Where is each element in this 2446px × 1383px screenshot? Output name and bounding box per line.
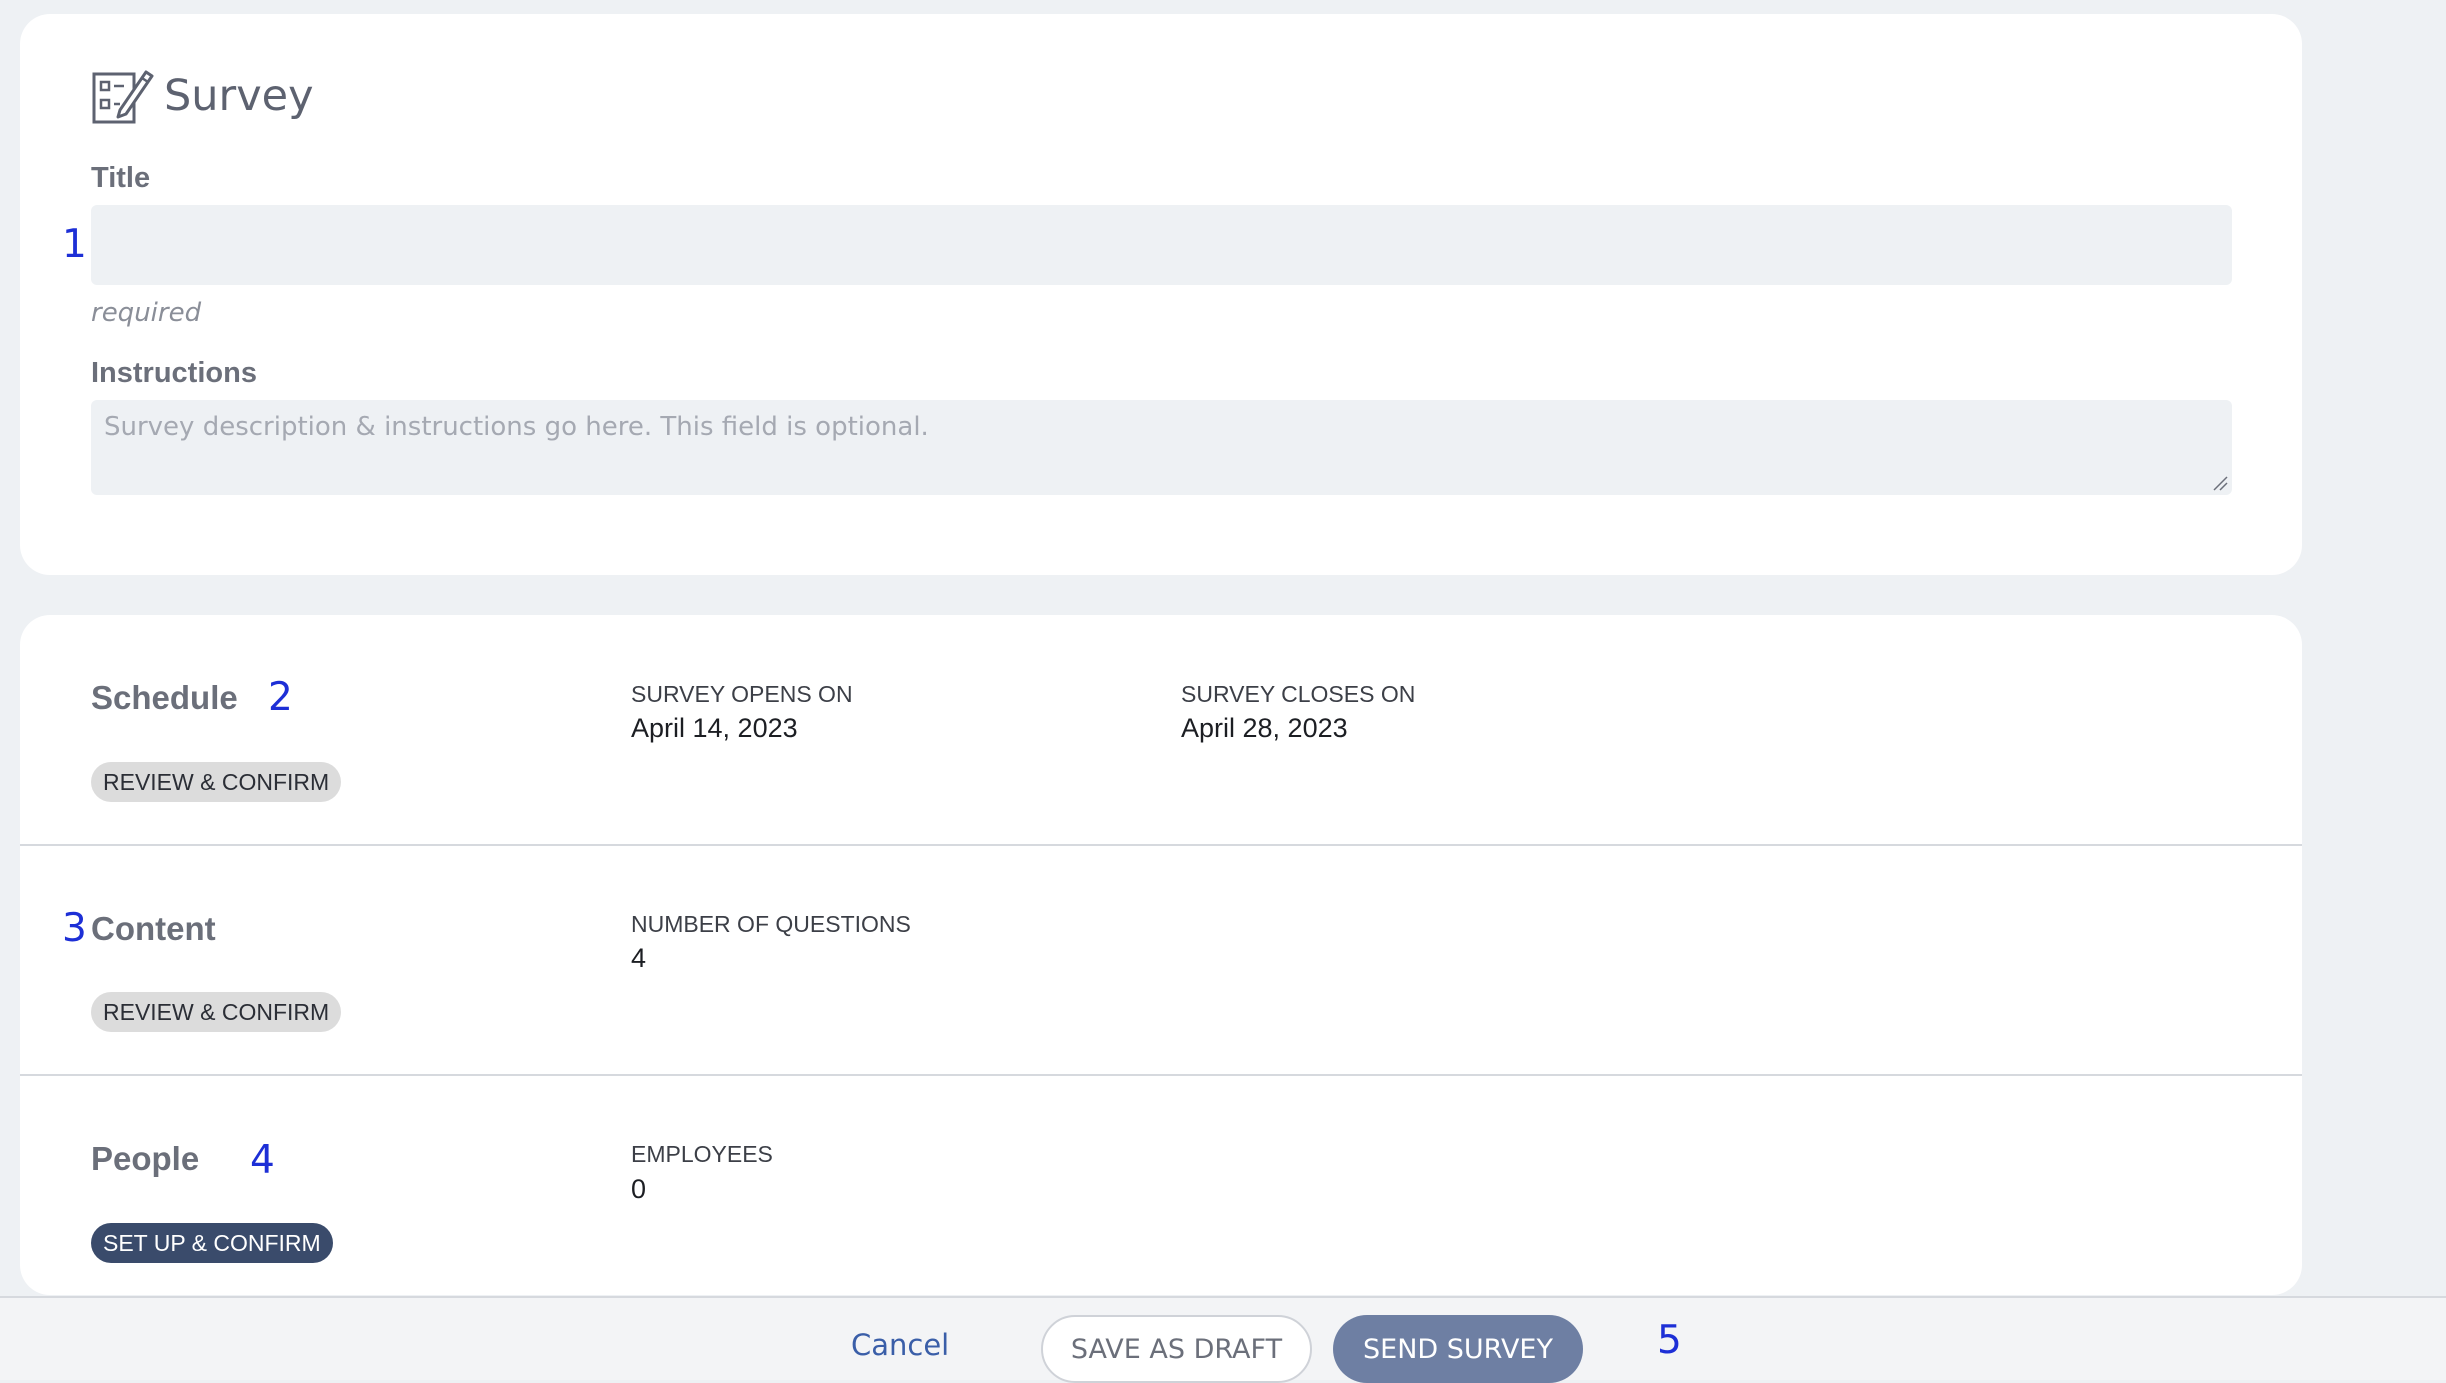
number-of-questions-label: NUMBER OF QUESTIONS <box>631 911 911 937</box>
schedule-title: Schedule <box>91 679 238 716</box>
schedule-section: Schedule 2 REVIEW & CONFIRM SURVEY OPENS… <box>20 615 2302 845</box>
send-survey-button[interactable]: SEND SURVEY <box>1333 1315 1583 1383</box>
summary-card: Schedule 2 REVIEW & CONFIRM SURVEY OPENS… <box>20 615 2302 1295</box>
schedule-review-button[interactable]: REVIEW & CONFIRM <box>91 762 342 802</box>
instructions-label: Instructions <box>91 357 257 389</box>
survey-closes-label: SURVEY CLOSES ON <box>1181 681 1416 707</box>
marker-5: 5 <box>1657 1318 1682 1363</box>
content-section: Content 3 REVIEW & CONFIRM NUMBER OF QUE… <box>20 846 2302 1076</box>
footer-action-bar: Cancel SAVE AS DRAFT SEND SURVEY 5 <box>0 1296 2446 1383</box>
survey-opens-value: April 14, 2023 <box>631 713 798 743</box>
title-input[interactable] <box>91 205 2232 285</box>
instructions-placeholder: Survey description & instructions go her… <box>104 412 929 442</box>
marker-2: 2 <box>268 675 293 720</box>
content-title: Content <box>91 910 216 947</box>
survey-heading: Survey <box>164 71 314 121</box>
people-title: People <box>91 1140 200 1177</box>
people-setup-button[interactable]: SET UP & CONFIRM <box>91 1223 333 1263</box>
marker-1: 1 <box>62 222 87 267</box>
survey-header: Survey <box>90 64 314 128</box>
title-required-hint: required <box>91 298 202 328</box>
title-label: Title <box>91 162 151 194</box>
marker-3: 3 <box>62 906 87 951</box>
instructions-textarea[interactable]: Survey description & instructions go her… <box>91 400 2232 495</box>
survey-edit-icon <box>92 70 154 124</box>
survey-opens-label: SURVEY OPENS ON <box>631 681 853 707</box>
people-section: People 4 SET UP & CONFIRM EMPLOYEES 0 <box>20 1076 2302 1295</box>
content-review-button[interactable]: REVIEW & CONFIRM <box>91 992 342 1032</box>
survey-closes-value: April 28, 2023 <box>1181 713 1348 743</box>
employees-value: 0 <box>631 1174 647 1204</box>
survey-card: Survey Title required Instructions Surve… <box>20 14 2302 575</box>
resize-grip-icon[interactable] <box>2212 475 2228 491</box>
save-as-draft-button[interactable]: SAVE AS DRAFT <box>1041 1315 1312 1383</box>
cancel-link[interactable]: Cancel <box>851 1328 949 1362</box>
marker-4: 4 <box>250 1138 275 1183</box>
employees-label: EMPLOYEES <box>631 1141 773 1167</box>
number-of-questions-value: 4 <box>631 943 647 973</box>
